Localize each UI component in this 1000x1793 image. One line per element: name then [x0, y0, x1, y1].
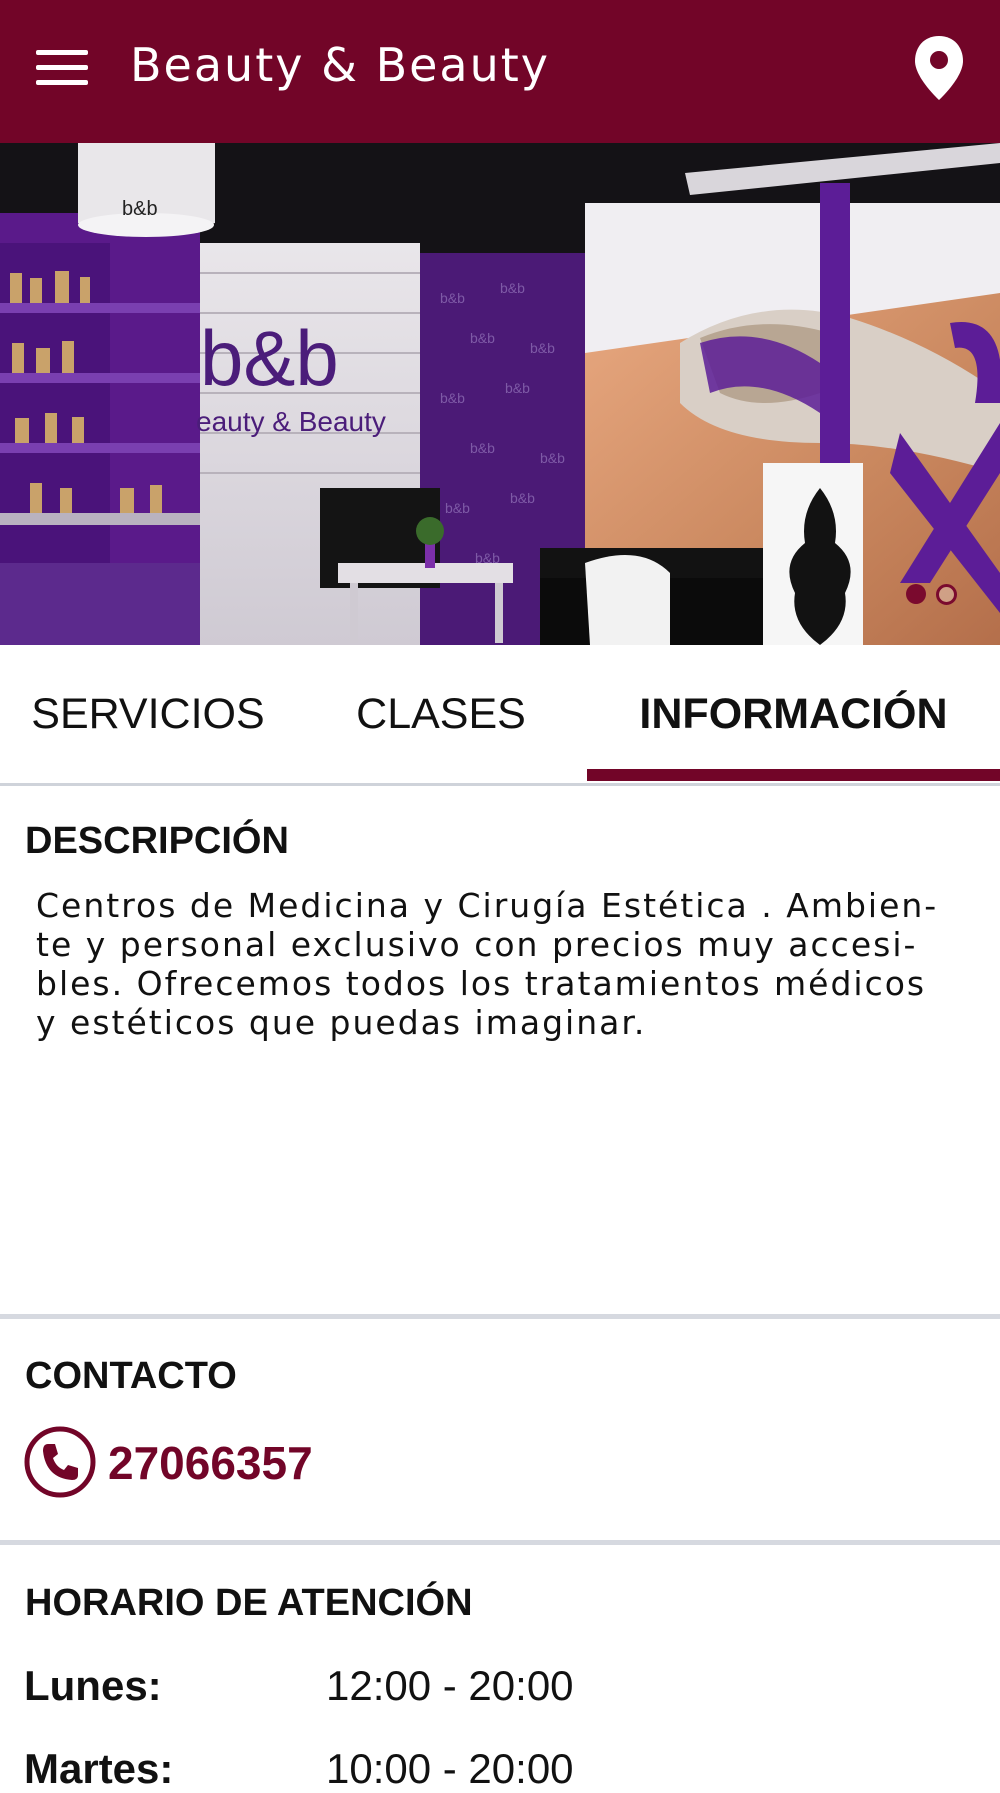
hero-logo-text: b&b [200, 314, 339, 402]
section-divider [0, 1314, 1000, 1319]
tab-bar: SERVICIOS CLASES INFORMACIÓN [0, 645, 1000, 786]
description-line: y estéticos que puedas imaginar. [36, 1003, 647, 1042]
contact-title: CONTACTO [25, 1355, 237, 1397]
description-line: Centros de Medicina y Cirugía Estética .… [36, 886, 939, 925]
hours-day: Lunes: [24, 1662, 162, 1709]
svg-text:b&b: b&b [445, 500, 470, 516]
hours-time: 10:00 - 20:00 [326, 1745, 574, 1792]
hours-time: 12:00 - 20:00 [326, 1662, 574, 1709]
svg-text:eauty & Beauty: eauty & Beauty [196, 406, 386, 437]
map-pin-icon[interactable] [912, 34, 966, 102]
description-line: bles. Ofrecemos todos los tratamientos m… [36, 964, 927, 1003]
app-title: Beauty & Beauty [130, 38, 551, 92]
description-text: Centros de Medicina y Cirugía Estética .… [36, 886, 976, 1042]
section-divider [0, 1540, 1000, 1545]
svg-text:b&b: b&b [440, 390, 465, 406]
carousel-dot[interactable] [936, 584, 957, 605]
svg-text:b&b: b&b [505, 380, 530, 396]
svg-text:b&b: b&b [510, 490, 535, 506]
tab-informacion[interactable]: INFORMACIÓN [587, 645, 1000, 783]
svg-text:b&b: b&b [500, 280, 525, 296]
svg-text:b&b: b&b [440, 290, 465, 306]
description-line: te y personal exclusivo con precios muy … [36, 925, 918, 964]
hours-day: Martes: [24, 1745, 174, 1792]
svg-text:b&b: b&b [470, 440, 495, 456]
app-bar: Beauty & Beauty [0, 0, 1000, 143]
hours-title: HORARIO DE ATENCIÓN [25, 1582, 473, 1624]
hero-image-carousel[interactable]: b&b b&b eauty & Beauty b&b b&b b&b b&b b&b b… [0, 143, 1000, 645]
phone-number[interactable]: 27066357 [108, 1436, 313, 1490]
tab-clases[interactable]: CLASES [296, 645, 586, 783]
hamburger-menu-icon[interactable] [36, 48, 90, 88]
svg-text:b&b: b&b [540, 450, 565, 466]
description-title: DESCRIPCIÓN [25, 820, 289, 862]
salon-interior-image: b&b b&b eauty & Beauty b&b b&b b&b b&b b&b b… [0, 143, 1000, 645]
svg-text:b&b: b&b [530, 340, 555, 356]
carousel-dot-active[interactable] [906, 584, 926, 604]
phone-icon [24, 1426, 96, 1498]
tab-servicios[interactable]: SERVICIOS [0, 645, 296, 783]
svg-text:b&b: b&b [122, 198, 158, 220]
active-tab-indicator [587, 769, 1000, 781]
svg-text:b&b: b&b [470, 330, 495, 346]
